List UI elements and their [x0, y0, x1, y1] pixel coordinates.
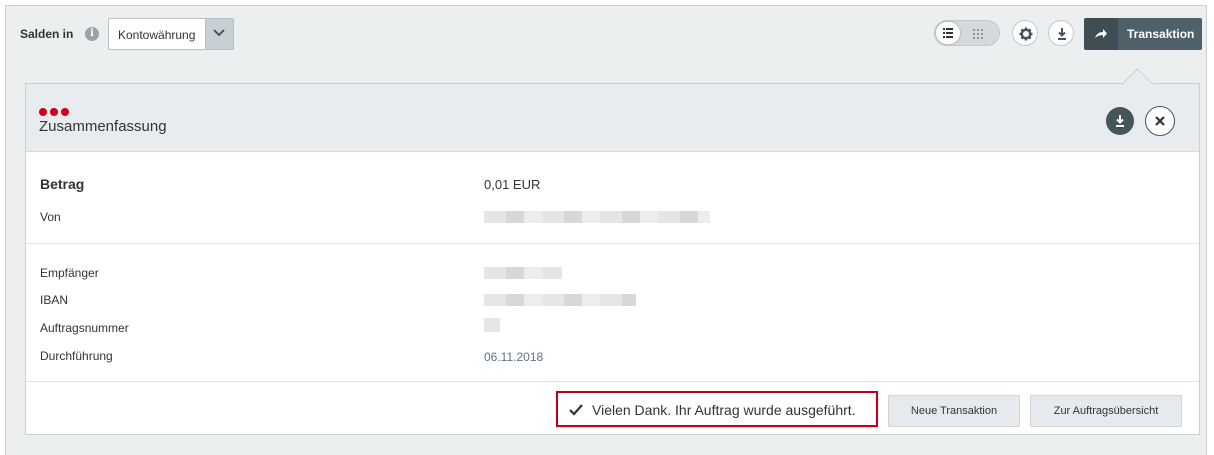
- from-label: Von: [40, 210, 61, 224]
- transaction-button-label: Transaktion: [1127, 27, 1195, 41]
- execution-date-value: 06.11.2018: [484, 350, 544, 364]
- divider: [26, 381, 1199, 382]
- page-title: Zusammenfassung: [39, 118, 167, 135]
- summary-panel: Zusammenfassung Betrag 0,01 EUR Von Empf…: [25, 68, 1200, 435]
- settings-button[interactable]: [1012, 20, 1038, 46]
- amount-label: Betrag: [40, 176, 85, 192]
- iban-label: IBAN: [40, 293, 69, 307]
- order-number-value-redacted: [484, 318, 500, 332]
- execution-date-label: Durchführung: [40, 349, 113, 363]
- order-overview-button[interactable]: Zur Auftragsübersicht: [1030, 395, 1182, 427]
- iban-value-redacted: [484, 294, 636, 306]
- close-icon: [1155, 116, 1165, 126]
- salden-label: Salden in: [20, 27, 74, 41]
- close-button[interactable]: [1145, 106, 1175, 136]
- from-value-redacted: [484, 211, 710, 223]
- new-transaction-button[interactable]: Neue Transaktion: [888, 395, 1020, 427]
- download-icon: [1058, 28, 1066, 40]
- info-icon[interactable]: i: [85, 27, 99, 41]
- toolbar: Salden in i Kontowährung Transaktion: [6, 6, 1206, 62]
- chevron-down-icon[interactable]: [205, 19, 233, 49]
- transaction-button[interactable]: Transaktion: [1084, 18, 1202, 50]
- download-button[interactable]: [1048, 20, 1074, 46]
- arrow-right-icon: [1084, 18, 1118, 50]
- view-toggle[interactable]: [934, 20, 1000, 46]
- success-message-text: Vielen Dank. Ihr Auftrag wurde ausgeführ…: [592, 402, 856, 418]
- app-frame: Salden in i Kontowährung Transaktion Zus…: [5, 5, 1207, 455]
- recipient-label: Empfänger: [40, 266, 99, 280]
- order-number-label: Auftragsnummer: [40, 321, 129, 335]
- checkmark-icon: [569, 404, 583, 416]
- list-view-icon[interactable]: [936, 22, 960, 44]
- grid-view-icon[interactable]: [969, 24, 989, 44]
- divider: [26, 243, 1199, 244]
- download-icon: [1116, 115, 1124, 127]
- currency-select-value: Kontowährung: [118, 28, 196, 42]
- gear-icon: [1019, 27, 1033, 41]
- summary-download-button[interactable]: [1106, 107, 1134, 135]
- currency-select[interactable]: Kontowährung: [108, 18, 234, 50]
- recipient-value-redacted: [484, 267, 562, 279]
- panel-header: Zusammenfassung: [26, 68, 1199, 152]
- amount-value: 0,01 EUR: [484, 177, 541, 192]
- panel-notch: [1121, 68, 1154, 101]
- success-message: Vielen Dank. Ihr Auftrag wurde ausgeführ…: [556, 391, 878, 427]
